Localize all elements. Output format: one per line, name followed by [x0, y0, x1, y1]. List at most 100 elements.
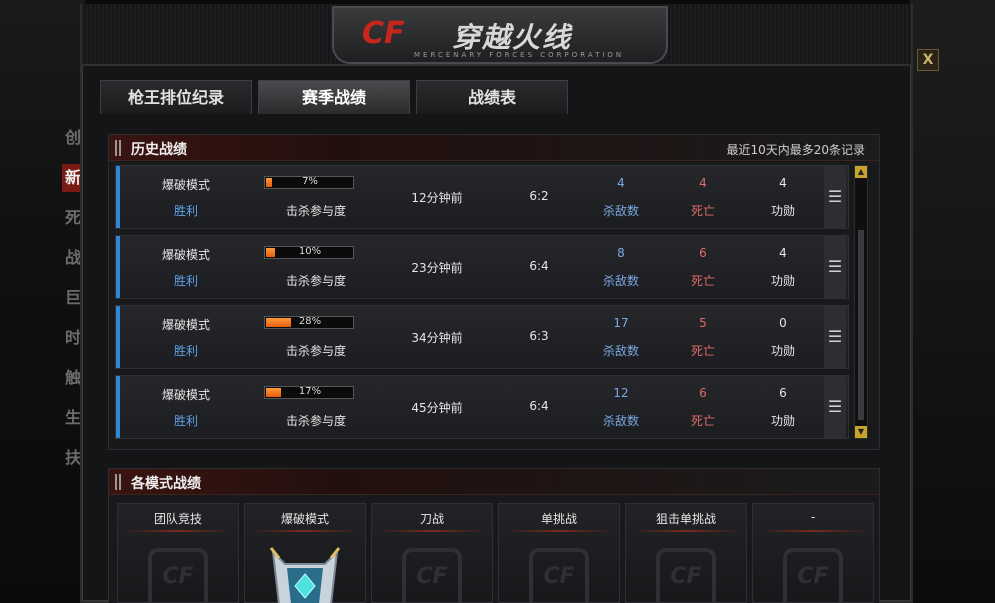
row-mode: 爆破模式 — [161, 178, 210, 192]
row-result: 胜利 — [173, 274, 198, 288]
cf-emblem-icon: CF — [148, 548, 208, 603]
cf-emblem-icon: CF — [529, 548, 589, 603]
participation-bar: 17% — [264, 386, 354, 399]
history-row[interactable]: 爆破模式胜利 28% 击杀参与度 34分钟前 6:3 17 杀敌数 5 死亡 0 功勋 ☰ — [115, 305, 849, 369]
mode-card-title: 团队竞技 — [153, 512, 202, 526]
logo-title: 穿越火线 — [452, 21, 573, 54]
participation-label: 击杀参与度 — [285, 414, 346, 428]
row-merit: 6 — [779, 386, 787, 400]
row-kills: 17 — [613, 316, 629, 330]
mode-card-title: 狙击单挑战 — [655, 512, 716, 526]
tab-ranked-record[interactable]: 枪王排位纪录 — [100, 80, 252, 114]
rank-badge-icon — [269, 547, 341, 603]
modes-title: 各模式战绩 — [131, 476, 201, 492]
row-menu-icon[interactable]: ☰ — [824, 376, 846, 438]
row-merit-label: 功勋 — [770, 274, 795, 288]
close-button[interactable]: X — [917, 49, 939, 71]
stats-window: CF 穿越火线 MERCENARY FORCES CORPORATION 枪王排… — [80, 4, 913, 603]
cf-emblem-icon: CF — [783, 548, 843, 603]
cf-emblem-icon: CF — [656, 548, 716, 603]
history-panel-header: 历史战绩 最近10天内最多20条记录 — [109, 135, 879, 161]
participation-percent: 7% — [302, 176, 318, 187]
row-kills-label: 杀敌数 — [602, 344, 639, 358]
row-kills: 12 — [613, 386, 629, 400]
row-merit: 4 — [779, 176, 787, 190]
row-deaths: 5 — [699, 316, 707, 330]
window-titlebar: CF 穿越火线 MERCENARY FORCES CORPORATION — [82, 4, 911, 66]
history-row[interactable]: 爆破模式 胜利 17% 击杀参与度 45分钟前 6:4 12 杀敌数 6 死亡 6 功勋 ☰ — [115, 375, 849, 439]
mode-card-title: 单挑战 — [540, 512, 577, 526]
mode-card-divider — [378, 530, 486, 532]
modes-panel-header: 各模式战绩 — [109, 469, 879, 495]
mode-card-title: - — [810, 510, 816, 524]
row-deaths-label: 死亡 — [690, 204, 715, 218]
mode-card-title: 爆破模式 — [280, 512, 329, 526]
mode-card-demolition[interactable]: 爆破模式 — [244, 503, 366, 603]
history-row[interactable]: 爆破模式 胜利 10% 击杀参与度 23分钟前 6:4 8 杀敌数 6 死亡 4 功勋 ☰ — [115, 235, 849, 299]
row-deaths: 6 — [699, 246, 707, 260]
row-time: 45分钟前 — [411, 401, 463, 415]
header-grip-icon — [115, 474, 121, 490]
row-merit: 4 — [779, 246, 787, 260]
row-accent — [116, 236, 120, 298]
tab-season-stats[interactable]: 赛季战绩 — [258, 80, 410, 114]
row-kills: 8 — [617, 246, 625, 260]
game-logo: CF 穿越火线 MERCENARY FORCES CORPORATION — [332, 6, 668, 64]
cf-emblem-icon: CF — [402, 548, 462, 603]
row-menu-icon[interactable]: ☰ — [824, 306, 846, 368]
row-kills-label: 杀敌数 — [602, 414, 639, 428]
scroll-down-icon[interactable]: ▼ — [855, 426, 867, 438]
participation-label: 击杀参与度 — [285, 204, 346, 218]
mode-card-team[interactable]: 团队竞技 CF — [117, 503, 239, 603]
row-mode: 爆破模式 — [161, 388, 210, 402]
row-result: 胜利 — [173, 204, 198, 218]
row-accent — [116, 376, 120, 438]
row-kills-label: 杀敌数 — [602, 274, 639, 288]
row-deaths-label: 死亡 — [690, 274, 715, 288]
mode-card-divider — [124, 530, 232, 532]
scroll-thumb[interactable] — [858, 230, 864, 420]
row-score: 6:3 — [529, 329, 549, 343]
mode-card-divider — [505, 530, 613, 532]
row-merit: 0 — [779, 316, 787, 330]
background-right-panel — [910, 0, 995, 603]
mode-card-empty[interactable]: - CF — [752, 503, 874, 603]
row-time: 34分钟前 — [411, 331, 463, 345]
tab-stats-table[interactable]: 战绩表 — [416, 80, 568, 114]
participation-percent: 28% — [298, 316, 322, 327]
row-mode: 爆破模式 — [161, 318, 210, 332]
mode-cards: 团队竞技 CF 爆破模式 刀战 CF 单挑战 CF 狙击单挑战 CF - CF — [117, 503, 874, 603]
row-time: 12分钟前 — [411, 191, 463, 205]
history-note: 最近10天内最多20条记录 — [726, 143, 865, 157]
row-accent — [116, 166, 120, 228]
mode-card-title: 刀战 — [419, 512, 444, 526]
row-merit-label: 功勋 — [770, 344, 795, 358]
history-row[interactable]: 爆破模式 胜利 7% 击杀参与度 12分钟前 6:2 4 杀敌数 4 死亡 4 功勋 ☰ — [115, 165, 849, 229]
mode-card-duel[interactable]: 单挑战 CF — [498, 503, 620, 603]
row-deaths-label: 死亡 — [690, 414, 715, 428]
mode-card-divider — [632, 530, 740, 532]
mode-card-divider — [759, 530, 867, 532]
participation-percent: 17% — [298, 386, 322, 397]
history-title: 历史战绩 — [131, 142, 187, 158]
row-score: 6:4 — [529, 259, 549, 273]
row-time: 23分钟前 — [411, 261, 463, 275]
row-menu-icon[interactable]: ☰ — [824, 166, 846, 228]
row-result: 胜利 — [173, 344, 198, 358]
mode-card-knife[interactable]: 刀战 CF — [371, 503, 493, 603]
row-merit-label: 功勋 — [770, 414, 795, 428]
row-deaths-label: 死亡 — [690, 344, 715, 358]
row-score: 6:2 — [529, 189, 549, 203]
participation-label: 击杀参与度 — [285, 274, 346, 288]
participation-label: 击杀参与度 — [285, 344, 346, 358]
modes-panel: 各模式战绩 团队竞技 CF 爆破模式 刀战 CF 单挑战 CF 狙击单挑战 CF… — [108, 468, 880, 603]
row-merit-label: 功勋 — [770, 204, 795, 218]
history-scrollbar[interactable]: ▲ ▼ — [854, 165, 868, 439]
mode-card-sniper-duel[interactable]: 狙击单挑战 CF — [625, 503, 747, 603]
row-accent — [116, 306, 120, 368]
history-panel: 历史战绩 最近10天内最多20条记录 爆破模式 胜利 7% 击杀参与度 12分钟前 6:2… — [108, 134, 880, 450]
cf-logo-mark: CF — [362, 16, 405, 51]
scroll-up-icon[interactable]: ▲ — [855, 166, 867, 178]
header-grip-icon — [115, 140, 121, 156]
row-menu-icon[interactable]: ☰ — [824, 236, 846, 298]
